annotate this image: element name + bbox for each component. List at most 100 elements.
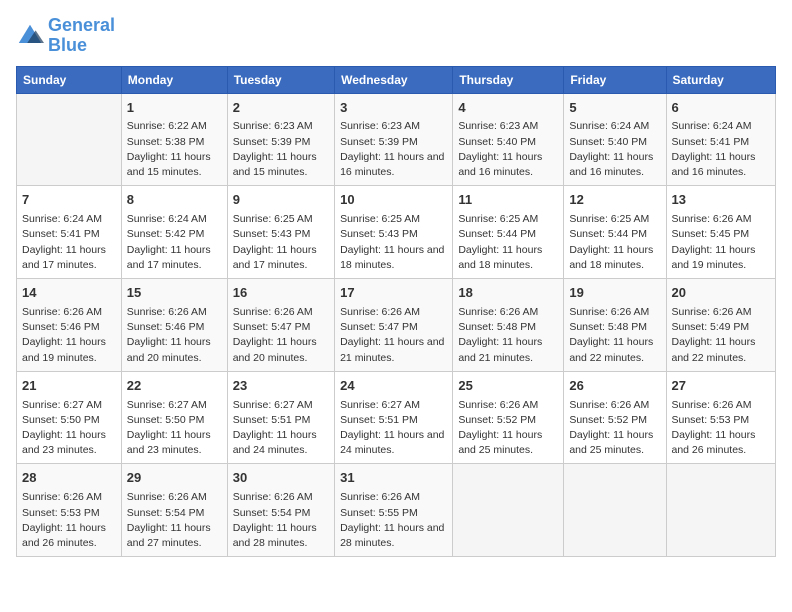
- cell-content: Sunrise: 6:26 AMSunset: 5:53 PMDaylight:…: [672, 398, 771, 459]
- calendar-cell: 28 Sunrise: 6:26 AMSunset: 5:53 PMDayligh…: [17, 464, 122, 557]
- week-row-3: 14 Sunrise: 6:26 AMSunset: 5:46 PMDayligh…: [17, 279, 776, 372]
- week-row-1: 1Sunrise: 6:22 AMSunset: 5:38 PMDaylight…: [17, 93, 776, 186]
- column-header-monday: Monday: [121, 66, 227, 93]
- calendar-cell: 16Sunrise: 6:26 AMSunset: 5:47 PMDayligh…: [227, 279, 334, 372]
- cell-content: Sunrise: 6:26 AMSunset: 5:54 PMDaylight:…: [127, 490, 222, 551]
- column-header-saturday: Saturday: [666, 66, 776, 93]
- day-number: 29: [127, 469, 222, 488]
- day-number: 31: [340, 469, 447, 488]
- calendar-cell: 19 Sunrise: 6:26 AMSunset: 5:48 PMDayligh…: [564, 279, 666, 372]
- calendar-cell: 2Sunrise: 6:23 AMSunset: 5:39 PMDaylight…: [227, 93, 334, 186]
- calendar-cell: [453, 464, 564, 557]
- calendar-cell: 10Sunrise: 6:25 AMSunset: 5:43 PMDayligh…: [335, 186, 453, 279]
- day-number: 12: [569, 191, 660, 210]
- day-number: 19: [569, 284, 660, 303]
- day-number: 21: [22, 377, 116, 396]
- day-number: 11: [458, 191, 558, 210]
- calendar-cell: 7 Sunrise: 6:24 AMSunset: 5:41 PMDaylight…: [17, 186, 122, 279]
- cell-content: Sunrise: 6:23 AMSunset: 5:39 PMDaylight:…: [340, 119, 447, 180]
- logo-icon: [16, 22, 44, 50]
- day-number: 2: [233, 99, 329, 118]
- calendar-cell: [17, 93, 122, 186]
- day-number: 27: [672, 377, 771, 396]
- calendar-cell: 27 Sunrise: 6:26 AMSunset: 5:53 PMDayligh…: [666, 371, 776, 464]
- calendar-cell: 3Sunrise: 6:23 AMSunset: 5:39 PMDaylight…: [335, 93, 453, 186]
- day-number: 6: [672, 99, 771, 118]
- day-number: 13: [672, 191, 771, 210]
- day-number: 23: [233, 377, 329, 396]
- cell-content: Sunrise: 6:26 AMSunset: 5:48 PMDaylight:…: [569, 305, 660, 366]
- week-row-5: 28 Sunrise: 6:26 AMSunset: 5:53 PMDayligh…: [17, 464, 776, 557]
- cell-content: Sunrise: 6:24 AMSunset: 5:42 PMDaylight:…: [127, 212, 222, 273]
- calendar-cell: 4Sunrise: 6:23 AMSunset: 5:40 PMDaylight…: [453, 93, 564, 186]
- day-number: 4: [458, 99, 558, 118]
- column-header-tuesday: Tuesday: [227, 66, 334, 93]
- header-row: SundayMondayTuesdayWednesdayThursdayFrid…: [17, 66, 776, 93]
- cell-content: Sunrise: 6:27 AMSunset: 5:50 PMDaylight:…: [127, 398, 222, 459]
- day-number: 14: [22, 284, 116, 303]
- cell-content: Sunrise: 6:25 AMSunset: 5:43 PMDaylight:…: [340, 212, 447, 273]
- cell-content: Sunrise: 6:25 AMSunset: 5:43 PMDaylight:…: [233, 212, 329, 273]
- calendar-cell: 14 Sunrise: 6:26 AMSunset: 5:46 PMDayligh…: [17, 279, 122, 372]
- calendar-cell: 21 Sunrise: 6:27 AMSunset: 5:50 PMDayligh…: [17, 371, 122, 464]
- week-row-2: 7 Sunrise: 6:24 AMSunset: 5:41 PMDaylight…: [17, 186, 776, 279]
- day-number: 28: [22, 469, 116, 488]
- cell-content: Sunrise: 6:24 AMSunset: 5:41 PMDaylight:…: [672, 119, 771, 180]
- calendar-cell: 30Sunrise: 6:26 AMSunset: 5:54 PMDayligh…: [227, 464, 334, 557]
- calendar-cell: 22 Sunrise: 6:27 AMSunset: 5:50 PMDayligh…: [121, 371, 227, 464]
- cell-content: Sunrise: 6:26 AMSunset: 5:48 PMDaylight:…: [458, 305, 558, 366]
- calendar-cell: 8 Sunrise: 6:24 AMSunset: 5:42 PMDaylight…: [121, 186, 227, 279]
- day-number: 22: [127, 377, 222, 396]
- day-number: 20: [672, 284, 771, 303]
- cell-content: Sunrise: 6:22 AMSunset: 5:38 PMDaylight:…: [127, 119, 222, 180]
- calendar-cell: 31 Sunrise: 6:26 AMSunset: 5:55 PMDayligh…: [335, 464, 453, 557]
- cell-content: Sunrise: 6:23 AMSunset: 5:39 PMDaylight:…: [233, 119, 329, 180]
- column-header-wednesday: Wednesday: [335, 66, 453, 93]
- page-header: General Blue: [16, 16, 776, 56]
- day-number: 5: [569, 99, 660, 118]
- calendar-cell: 20 Sunrise: 6:26 AMSunset: 5:49 PMDayligh…: [666, 279, 776, 372]
- column-header-friday: Friday: [564, 66, 666, 93]
- cell-content: Sunrise: 6:24 AMSunset: 5:40 PMDaylight:…: [569, 119, 660, 180]
- calendar-cell: 26 Sunrise: 6:26 AMSunset: 5:52 PMDayligh…: [564, 371, 666, 464]
- calendar-cell: 15 Sunrise: 6:26 AMSunset: 5:46 PMDayligh…: [121, 279, 227, 372]
- cell-content: Sunrise: 6:26 AMSunset: 5:55 PMDaylight:…: [340, 490, 447, 551]
- calendar-cell: 11Sunrise: 6:25 AMSunset: 5:44 PMDayligh…: [453, 186, 564, 279]
- cell-content: Sunrise: 6:25 AMSunset: 5:44 PMDaylight:…: [569, 212, 660, 273]
- cell-content: Sunrise: 6:24 AMSunset: 5:41 PMDaylight:…: [22, 212, 116, 273]
- cell-content: Sunrise: 6:26 AMSunset: 5:49 PMDaylight:…: [672, 305, 771, 366]
- calendar-cell: 13Sunrise: 6:26 AMSunset: 5:45 PMDayligh…: [666, 186, 776, 279]
- day-number: 8: [127, 191, 222, 210]
- day-number: 7: [22, 191, 116, 210]
- day-number: 1: [127, 99, 222, 118]
- cell-content: Sunrise: 6:23 AMSunset: 5:40 PMDaylight:…: [458, 119, 558, 180]
- day-number: 17: [340, 284, 447, 303]
- cell-content: Sunrise: 6:26 AMSunset: 5:46 PMDaylight:…: [22, 305, 116, 366]
- calendar-cell: 18 Sunrise: 6:26 AMSunset: 5:48 PMDayligh…: [453, 279, 564, 372]
- calendar-cell: 9 Sunrise: 6:25 AMSunset: 5:43 PMDaylight…: [227, 186, 334, 279]
- calendar-cell: 6Sunrise: 6:24 AMSunset: 5:41 PMDaylight…: [666, 93, 776, 186]
- cell-content: Sunrise: 6:27 AMSunset: 5:51 PMDaylight:…: [233, 398, 329, 459]
- cell-content: Sunrise: 6:27 AMSunset: 5:50 PMDaylight:…: [22, 398, 116, 459]
- calendar-cell: 24Sunrise: 6:27 AMSunset: 5:51 PMDayligh…: [335, 371, 453, 464]
- day-number: 26: [569, 377, 660, 396]
- week-row-4: 21 Sunrise: 6:27 AMSunset: 5:50 PMDayligh…: [17, 371, 776, 464]
- calendar-cell: 23 Sunrise: 6:27 AMSunset: 5:51 PMDayligh…: [227, 371, 334, 464]
- day-number: 15: [127, 284, 222, 303]
- calendar-cell: [666, 464, 776, 557]
- cell-content: Sunrise: 6:26 AMSunset: 5:52 PMDaylight:…: [458, 398, 558, 459]
- day-number: 16: [233, 284, 329, 303]
- day-number: 30: [233, 469, 329, 488]
- cell-content: Sunrise: 6:26 AMSunset: 5:53 PMDaylight:…: [22, 490, 116, 551]
- day-number: 18: [458, 284, 558, 303]
- cell-content: Sunrise: 6:26 AMSunset: 5:47 PMDaylight:…: [340, 305, 447, 366]
- cell-content: Sunrise: 6:26 AMSunset: 5:46 PMDaylight:…: [127, 305, 222, 366]
- column-header-thursday: Thursday: [453, 66, 564, 93]
- day-number: 25: [458, 377, 558, 396]
- cell-content: Sunrise: 6:26 AMSunset: 5:52 PMDaylight:…: [569, 398, 660, 459]
- calendar-cell: 17 Sunrise: 6:26 AMSunset: 5:47 PMDayligh…: [335, 279, 453, 372]
- cell-content: Sunrise: 6:27 AMSunset: 5:51 PMDaylight:…: [340, 398, 447, 459]
- column-header-sunday: Sunday: [17, 66, 122, 93]
- logo-text: General Blue: [48, 16, 115, 56]
- day-number: 9: [233, 191, 329, 210]
